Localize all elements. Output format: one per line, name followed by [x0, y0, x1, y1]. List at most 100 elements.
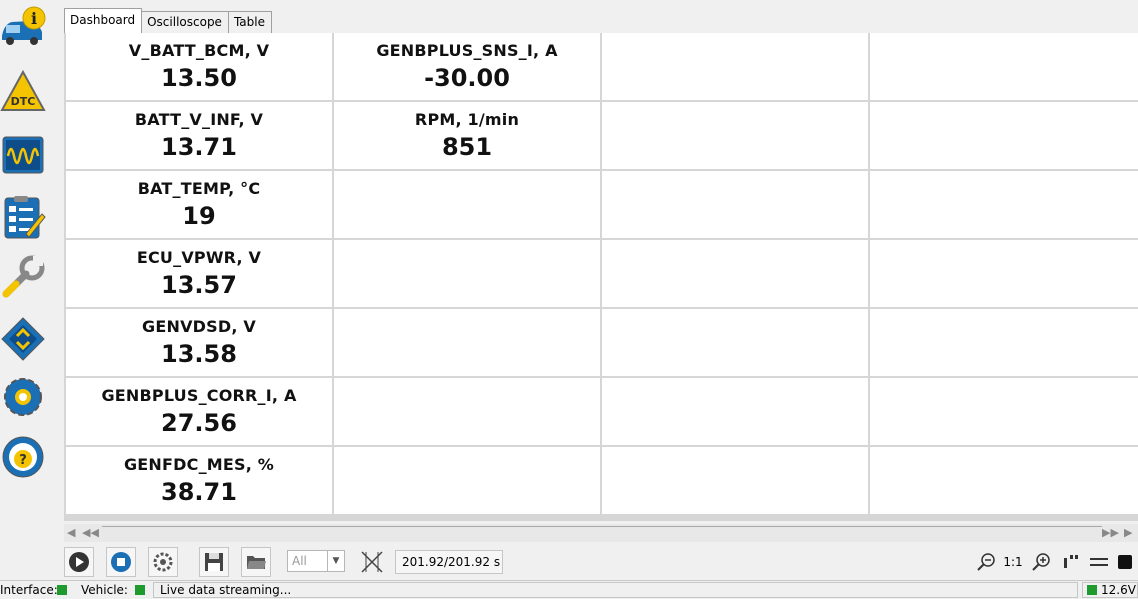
tab-table[interactable]: Table	[227, 11, 272, 33]
record-settings-button[interactable]	[148, 547, 178, 577]
dashboard-cell[interactable]	[870, 33, 1138, 100]
parameter-value: 851	[441, 133, 493, 161]
dashboard-cell[interactable]	[602, 33, 868, 100]
zoom-in-button[interactable]	[1029, 550, 1053, 574]
settings-button[interactable]	[0, 370, 46, 424]
sidebar: i DTC ?	[0, 0, 50, 580]
dashboard-grid: V_BATT_BCM, V 13.50 GENBPLUS_SNS_I, A -30.0…	[64, 33, 1138, 521]
dashboard-cell[interactable]: V_BATT_BCM, V 13.50	[66, 33, 332, 100]
parameter-value: 13.58	[161, 340, 237, 368]
voltage-field: 12.6V	[1082, 582, 1138, 598]
save-icon	[205, 553, 223, 571]
dashboard-cell[interactable]	[602, 171, 868, 238]
wrench-icon	[2, 255, 45, 298]
checklist-button[interactable]	[0, 190, 46, 244]
stop-square-button[interactable]	[1114, 550, 1136, 574]
svg-text:DTC: DTC	[11, 95, 36, 108]
parameter-value: 13.57	[161, 271, 237, 299]
parameter-value: 27.56	[161, 409, 237, 437]
dashboard-cell[interactable]	[334, 171, 600, 238]
scroll-track[interactable]	[102, 526, 1102, 541]
dashboard-cell[interactable]	[870, 240, 1138, 307]
dashboard-cell[interactable]: GENBPLUS_SNS_I, A -30.00	[334, 33, 600, 100]
dashboard-cell[interactable]	[870, 102, 1138, 169]
signal-bars-icon	[1064, 555, 1078, 568]
clear-button[interactable]	[357, 547, 387, 577]
time-display: 201.92/201.92 s	[395, 550, 503, 574]
help-button[interactable]: ?	[0, 430, 46, 484]
dashboard-cell[interactable]	[334, 378, 600, 445]
signal-button[interactable]	[1060, 550, 1084, 574]
dashboard-cell[interactable]: RPM, 1/min 851	[334, 102, 600, 169]
scroll-start-icon[interactable]: ◀◀	[82, 526, 99, 539]
dtc-button[interactable]: DTC	[0, 64, 46, 118]
horizontal-lines-icon	[1090, 558, 1108, 566]
parameter-name: ECU_VPWR, V	[136, 248, 262, 267]
oscilloscope-button[interactable]	[0, 128, 46, 182]
voltage-value: 12.6V	[1101, 583, 1136, 597]
parameter-name: GENBPLUS_CORR_I, A	[101, 386, 297, 405]
parameter-name: BATT_V_INF, V	[134, 110, 264, 129]
dashboard-cell[interactable]: GENBPLUS_CORR_I, A 27.56	[66, 378, 332, 445]
dashboard-cell[interactable]	[334, 447, 600, 514]
dashboard-cell[interactable]	[334, 309, 600, 376]
ecu-button[interactable]	[0, 312, 46, 366]
parameter-value: -30.00	[424, 64, 510, 92]
svg-text:i: i	[31, 9, 37, 28]
tab-dashboard[interactable]: Dashboard	[64, 8, 143, 33]
vehicle-status-indicator	[135, 585, 145, 595]
dashboard-cell[interactable]: GENVDSD, V 13.58	[66, 309, 332, 376]
zoom-reset-button[interactable]: 1:1	[1001, 550, 1025, 574]
dashboard-cell[interactable]	[870, 171, 1138, 238]
status-message: Live data streaming...	[153, 582, 1078, 598]
scroll-left-icon[interactable]: ◀	[67, 526, 75, 539]
parameter-name: RPM, 1/min	[414, 110, 520, 129]
horizontal-scrollbar[interactable]: ◀ ◀◀ ▶▶ ▶	[64, 524, 1138, 542]
dashboard-cell[interactable]	[602, 309, 868, 376]
chevron-down-icon: ▼	[327, 551, 344, 571]
dashboard-cell[interactable]: BATT_V_INF, V 13.71	[66, 102, 332, 169]
dashboard-cell[interactable]: BAT_TEMP, °C 19	[66, 171, 332, 238]
stop-button[interactable]	[106, 547, 136, 577]
dashboard-cell[interactable]	[602, 378, 868, 445]
chip-icon	[1, 317, 45, 361]
clear-cross-icon	[361, 551, 383, 573]
scroll-end-icon[interactable]: ▶▶	[1102, 526, 1119, 539]
dashboard-cell[interactable]	[602, 102, 868, 169]
tab-oscilloscope[interactable]: Oscilloscope	[141, 11, 229, 33]
parameter-name: V_BATT_BCM, V	[128, 41, 270, 60]
dashboard-cell[interactable]: ECU_VPWR, V 13.57	[66, 240, 332, 307]
play-button[interactable]	[64, 547, 94, 577]
parameter-value: 13.50	[161, 64, 237, 92]
interface-label: Interface:	[0, 583, 58, 597]
dashboard-cell[interactable]	[602, 240, 868, 307]
dashboard-cell[interactable]	[870, 378, 1138, 445]
tools-button[interactable]	[0, 250, 46, 304]
parameter-value: 19	[182, 202, 216, 230]
toolbar: All ▼ 201.92/201.92 s 1:1	[0, 545, 1138, 578]
parameter-value: 13.71	[161, 133, 237, 161]
zoom-in-icon	[1032, 553, 1050, 571]
interface-status-indicator	[57, 585, 67, 595]
save-button[interactable]	[199, 547, 229, 577]
dashboard-cell[interactable]	[334, 240, 600, 307]
parameter-name: GENBPLUS_SNS_I, A	[376, 41, 558, 60]
filter-select[interactable]: All ▼	[287, 550, 345, 572]
dashboard-cell[interactable]: GENFDC_MES, % 38.71	[66, 447, 332, 514]
layout-button[interactable]	[1088, 550, 1110, 574]
parameter-name: GENFDC_MES, %	[123, 455, 275, 474]
steering-help-icon: ?	[2, 436, 44, 478]
parameter-name: GENVDSD, V	[142, 317, 256, 336]
dashboard-cell[interactable]	[602, 447, 868, 514]
dashboard-cell[interactable]	[870, 447, 1138, 514]
scroll-right-icon[interactable]: ▶	[1124, 526, 1132, 539]
stop-icon	[111, 552, 131, 572]
vehicle-info-icon: i	[2, 6, 46, 45]
vehicle-info-button[interactable]: i	[0, 0, 46, 54]
zoom-out-button[interactable]	[975, 550, 997, 574]
folder-icon	[247, 556, 266, 569]
filter-select-value: All	[292, 554, 307, 568]
open-button[interactable]	[241, 547, 271, 577]
svg-text:?: ?	[19, 453, 27, 468]
dashboard-cell[interactable]	[870, 309, 1138, 376]
